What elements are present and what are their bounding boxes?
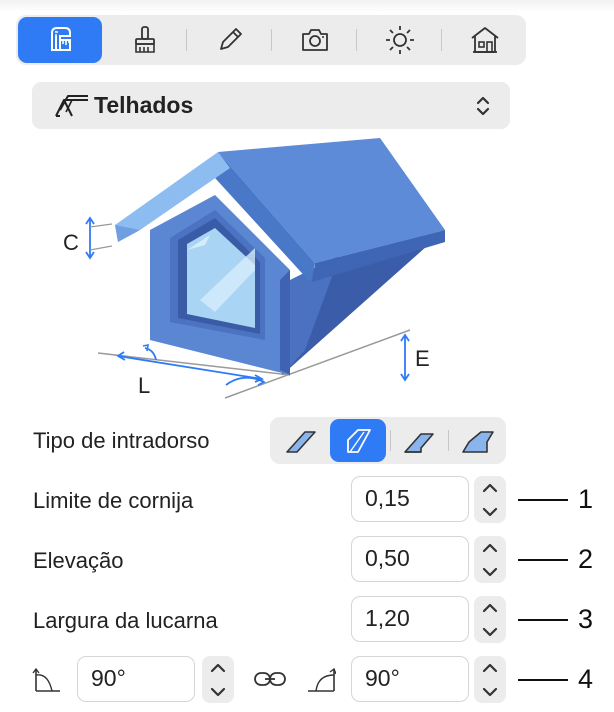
- right-angle-icon: [308, 667, 336, 692]
- chevron-up-icon: [482, 603, 498, 612]
- chevron-up-icon: [482, 543, 498, 552]
- chevron-down-icon: [482, 687, 498, 696]
- chevron-down-icon: [482, 627, 498, 636]
- decrement-button[interactable]: [474, 620, 506, 643]
- chevron-down-icon: [482, 507, 498, 516]
- soffit-type-label: Tipo de intradorso: [33, 428, 210, 453]
- dormer-width-label: Largura da lucarna: [33, 608, 218, 633]
- tab-dimensions[interactable]: [18, 17, 102, 63]
- callout-number: 2: [578, 544, 594, 574]
- increment-button[interactable]: [474, 596, 506, 619]
- elevation-field[interactable]: 0,50: [351, 536, 469, 582]
- chain-link-icon[interactable]: [253, 668, 287, 690]
- callout-line: [518, 499, 568, 501]
- chevron-up-icon: [210, 663, 226, 672]
- soffit-vertical-icon: [347, 428, 371, 453]
- left-angle-icon: [32, 667, 60, 692]
- chevron-down-icon: [482, 567, 498, 576]
- cornice-limit-field[interactable]: 0,15: [351, 476, 469, 522]
- tab-building[interactable]: [443, 17, 527, 63]
- elevation-label: Elevação: [33, 548, 124, 573]
- tool-tabs: [16, 15, 526, 65]
- callout-line: [518, 679, 568, 681]
- tab-paint[interactable]: [103, 17, 187, 63]
- increment-button[interactable]: [474, 536, 506, 559]
- label-c: C: [63, 230, 79, 255]
- callout-number: 4: [578, 664, 594, 694]
- decrement-button[interactable]: [474, 560, 506, 583]
- label-l: L: [138, 373, 150, 398]
- house-icon: [471, 27, 499, 53]
- callout-number: 1: [578, 484, 594, 514]
- category-select[interactable]: Telhados: [32, 82, 510, 129]
- roof-icon: [55, 95, 88, 117]
- left-angle-stepper: [202, 656, 234, 703]
- label-e: E: [415, 346, 430, 371]
- category-label: Telhados: [94, 92, 194, 118]
- soffit-option-1[interactable]: [273, 419, 329, 462]
- pencil-icon: [220, 28, 242, 50]
- soffit-flat-icon: [462, 430, 494, 453]
- callout-line: [518, 559, 568, 561]
- decrement-button[interactable]: [474, 500, 506, 523]
- right-angle-stepper: [474, 656, 506, 703]
- chevron-up-down-icon: [476, 96, 490, 116]
- increment-button[interactable]: [474, 656, 506, 679]
- elevation-stepper: [474, 536, 506, 583]
- dormer-illustration: C L E: [63, 138, 445, 399]
- tab-lighting[interactable]: [358, 17, 442, 63]
- soffit-option-4[interactable]: [449, 419, 505, 462]
- paint-brush-icon: [135, 26, 155, 53]
- increment-button[interactable]: [474, 476, 506, 499]
- decrement-button[interactable]: [474, 680, 506, 703]
- tab-camera[interactable]: [273, 17, 357, 63]
- camera-icon: [302, 29, 328, 51]
- cornice-limit-label: Limite de cornija: [33, 488, 194, 513]
- decrement-button[interactable]: [202, 680, 234, 703]
- left-angle-field[interactable]: 90°: [77, 656, 195, 702]
- right-angle-field[interactable]: 90°: [351, 656, 469, 702]
- callout-line: [518, 619, 568, 621]
- dormer-width-stepper: [474, 596, 506, 643]
- chevron-up-icon: [482, 663, 498, 672]
- tab-draw[interactable]: [188, 17, 272, 63]
- soffit-sloped-icon: [286, 430, 316, 453]
- chevron-down-icon: [210, 687, 226, 696]
- chevron-up-icon: [482, 483, 498, 492]
- dormer-width-field[interactable]: 1,20: [351, 596, 469, 642]
- sun-icon: [386, 26, 414, 54]
- soffit-horizontal-icon: [404, 432, 434, 453]
- soffit-option-3[interactable]: [391, 419, 447, 462]
- callout-number: 3: [578, 604, 594, 634]
- increment-button[interactable]: [202, 656, 234, 679]
- soffit-type-segmented-control: [270, 417, 506, 464]
- top-edge: [0, 0, 614, 12]
- cornice-limit-stepper: [474, 476, 506, 523]
- soffit-option-2[interactable]: [330, 419, 386, 462]
- ruler-dimensions-icon: [51, 27, 71, 51]
